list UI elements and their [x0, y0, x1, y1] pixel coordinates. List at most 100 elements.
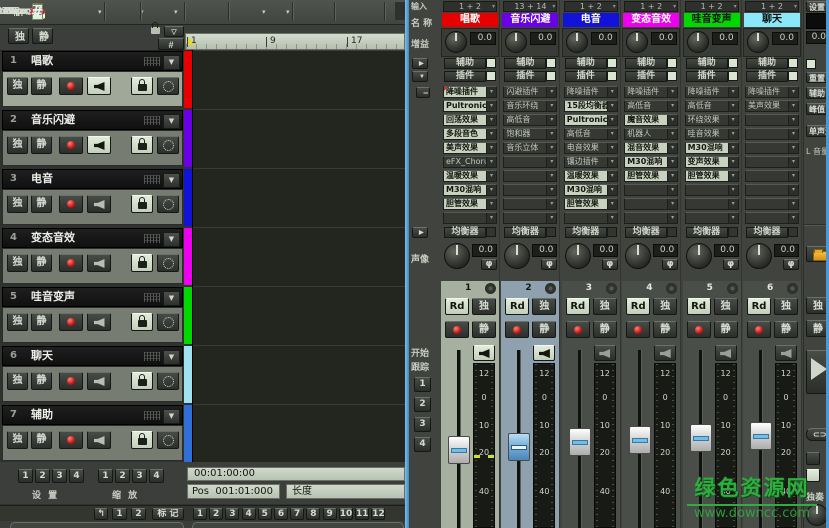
track-freeze-button[interactable]: [157, 313, 179, 331]
meter-monitor-button[interactable]: [533, 345, 555, 361]
plugins-row-button[interactable]: 插件: [504, 71, 546, 82]
position-field[interactable]: Pos 001:01:000: [187, 484, 280, 499]
channel-mute-button[interactable]: 静: [653, 321, 677, 338]
range-button-6[interactable]: 6: [274, 508, 288, 520]
fader-handle[interactable]: [750, 422, 772, 450]
pan-knob[interactable]: [625, 243, 651, 269]
track-dropdown-button[interactable]: ▼: [163, 173, 180, 188]
snapshot-button-4[interactable]: 4: [414, 437, 431, 452]
range-button-2[interactable]: 2: [209, 508, 223, 520]
aux-row-button[interactable]: 辅助: [504, 58, 546, 69]
zoom-button-3[interactable]: 3: [132, 469, 147, 483]
arrange-area[interactable]: [192, 50, 406, 462]
plugin-slot[interactable]: 降噪插件▾: [443, 86, 497, 98]
channel-record-button[interactable]: [626, 321, 650, 338]
aux-led[interactable]: [486, 58, 496, 68]
channel-mute-button[interactable]: 静: [472, 321, 496, 338]
snapshot-button-1[interactable]: 1: [414, 377, 431, 392]
master-mute-button[interactable]: 静: [806, 320, 828, 337]
back-button[interactable]: ↰: [94, 508, 108, 520]
track-freeze-button[interactable]: [157, 195, 179, 213]
filter-dropdown[interactable]: ▽ ▾: [164, 26, 184, 37]
eq-row-button[interactable]: 均衡器: [444, 227, 486, 238]
track-name-row[interactable]: 7辅助▼: [2, 405, 183, 425]
plugin-slot[interactable]: 温暖效果▾: [564, 170, 618, 182]
plugin-slot-empty[interactable]: ▾: [745, 128, 799, 140]
phase-button[interactable]: φ: [541, 259, 557, 270]
track-lock-button[interactable]: [131, 254, 153, 272]
fader-handle[interactable]: [629, 426, 651, 454]
range-button-5[interactable]: 5: [258, 508, 272, 520]
plugin-slot[interactable]: 变声效果▾: [685, 156, 739, 168]
channel-record-button[interactable]: [445, 321, 469, 338]
plugin-slot[interactable]: 魔音效果▾: [624, 114, 678, 126]
solo-mode-knob[interactable]: [806, 504, 828, 526]
track-record-button[interactable]: [59, 77, 83, 95]
channel-solo-button[interactable]: 独: [774, 298, 798, 315]
target-icon[interactable]: [545, 283, 556, 294]
range-button-8[interactable]: 8: [306, 508, 320, 520]
eq-led[interactable]: [546, 227, 556, 237]
fader-handle[interactable]: [448, 436, 470, 464]
grid-dropdown[interactable]: # ▾: [158, 38, 184, 50]
plugin-slot[interactable]: 降噪插件▾: [745, 86, 799, 98]
plugins-led[interactable]: [667, 71, 677, 81]
range-button-12[interactable]: 12: [371, 508, 385, 520]
aux-row-button[interactable]: 辅助: [565, 58, 607, 69]
plugin-slot[interactable]: 降噪插件▾: [624, 86, 678, 98]
plugin-slot-empty[interactable]: ▾: [745, 156, 799, 168]
plugin-slot[interactable]: 音乐环绕▾: [503, 100, 557, 112]
plugin-slot[interactable]: M30混响▾: [443, 184, 497, 196]
zoom-button-4[interactable]: 4: [149, 469, 164, 483]
plugin-slot[interactable]: 高低音▾: [564, 128, 618, 140]
track-lock-button[interactable]: [131, 136, 153, 154]
plugin-slot[interactable]: 机器人▾: [624, 128, 678, 140]
dropdown-arrow-icon[interactable]: ▾: [286, 8, 290, 16]
aux-led[interactable]: [546, 58, 556, 68]
master-solo-button[interactable]: 独: [806, 297, 828, 314]
gain-knob[interactable]: [747, 31, 769, 53]
track-dropdown-button[interactable]: ▼: [163, 55, 180, 70]
record-ready-button[interactable]: Rd: [747, 298, 771, 315]
track-monitor-button[interactable]: [87, 313, 111, 331]
channel-solo-button[interactable]: 独: [653, 298, 677, 315]
plugin-slot-empty[interactable]: ▾: [745, 170, 799, 182]
channel-mute-button[interactable]: 静: [593, 321, 617, 338]
meter-monitor-button[interactable]: [654, 345, 676, 361]
marker-button[interactable]: 标 记: [152, 508, 184, 520]
channel-solo-button[interactable]: 独: [472, 298, 496, 315]
plugin-slot[interactable]: 胆管效果▾: [624, 170, 678, 182]
track-freeze-button[interactable]: [157, 431, 179, 449]
pan-knob[interactable]: [565, 243, 591, 269]
aux-row-button[interactable]: 辅助: [686, 58, 728, 69]
plugins-row-button[interactable]: 插件: [625, 71, 667, 82]
plugin-slot-empty[interactable]: ▾: [624, 212, 678, 224]
target-icon[interactable]: [727, 283, 738, 294]
input-select[interactable]: 1 + 2▾: [443, 1, 497, 12]
pan-knob[interactable]: [686, 243, 712, 269]
phase-button[interactable]: φ: [723, 259, 739, 270]
range-button-4[interactable]: 4: [242, 508, 256, 520]
track-lock-button[interactable]: [131, 431, 153, 449]
track-record-button[interactable]: [59, 136, 83, 154]
range-small-button-2[interactable]: 2: [131, 508, 146, 520]
track-mute-button[interactable]: 静: [31, 136, 52, 154]
input-select[interactable]: 1 + 2▾: [685, 1, 739, 12]
meter-monitor-button[interactable]: [473, 345, 495, 361]
phase-button[interactable]: φ: [602, 259, 618, 270]
plugin-slot[interactable]: 温暖效果▾: [443, 170, 497, 182]
eq-row-button[interactable]: 均衡器: [746, 227, 788, 238]
snapshot-button-3[interactable]: 3: [414, 417, 431, 432]
option-button-2[interactable]: [806, 469, 820, 482]
range-button-3[interactable]: 3: [225, 508, 239, 520]
aux-row-button[interactable]: 辅助: [746, 58, 788, 69]
track-mute-button[interactable]: 静: [31, 431, 52, 449]
range-button-9[interactable]: 9: [323, 508, 337, 520]
channel-record-button[interactable]: [687, 321, 711, 338]
plugin-slot[interactable]: 胆管效果▾: [564, 198, 618, 210]
plugin-slot[interactable]: 混音效果▾: [624, 142, 678, 154]
plugin-slot[interactable]: 饱和器▾: [503, 128, 557, 140]
gain-knob[interactable]: [566, 31, 588, 53]
eq-row-button[interactable]: 均衡器: [686, 227, 728, 238]
snapshot-button-2[interactable]: 2: [414, 397, 431, 412]
